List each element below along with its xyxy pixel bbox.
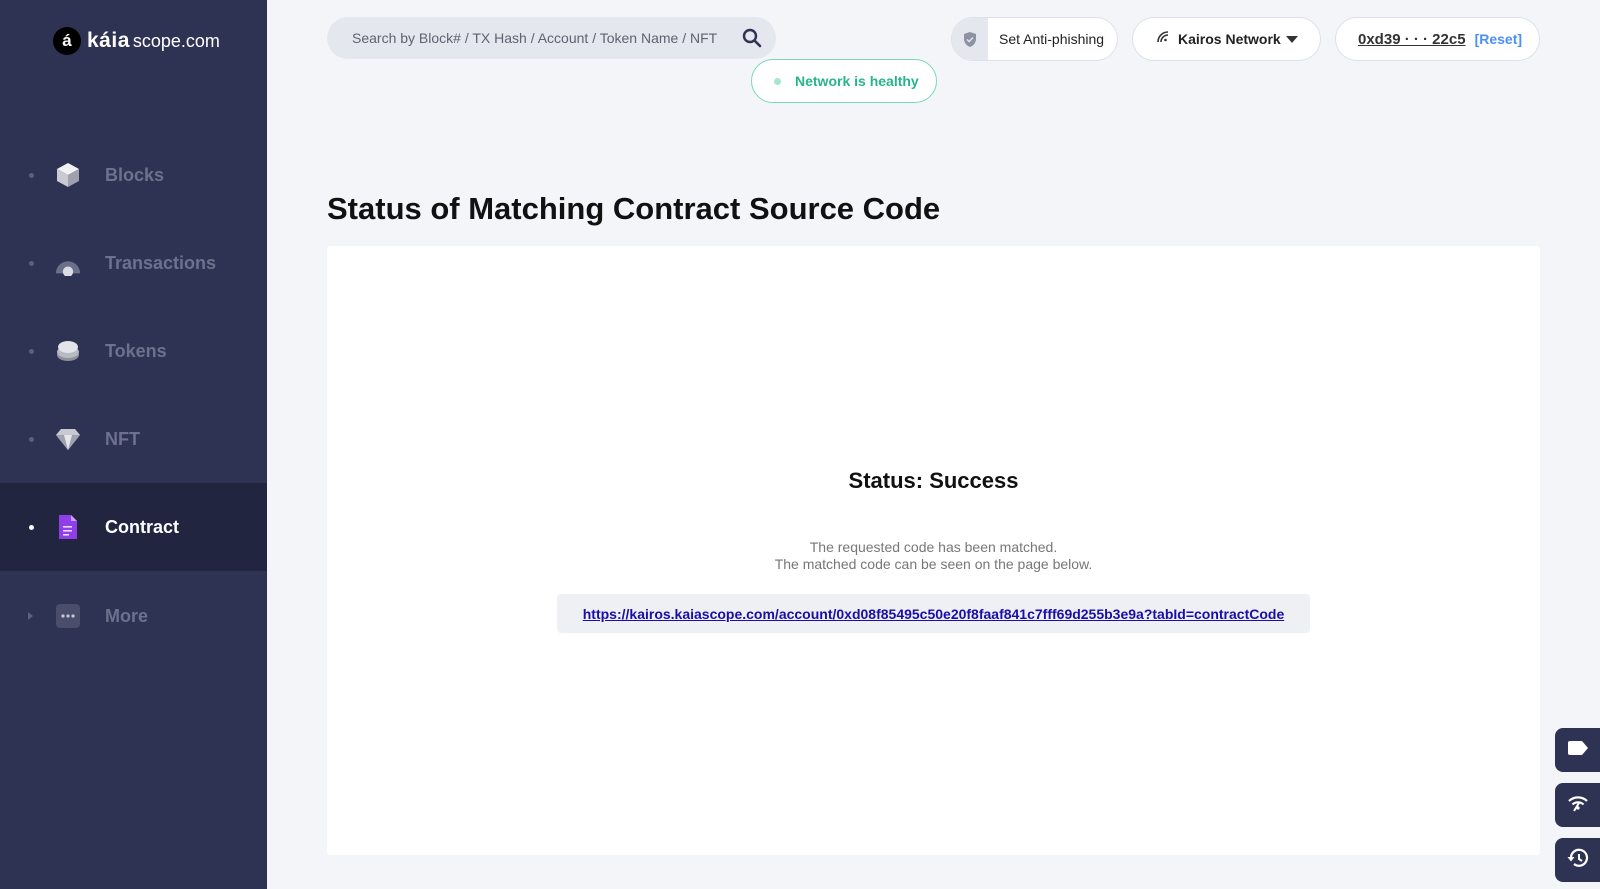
nav-bullet (29, 260, 34, 266)
sidebar-item-transactions[interactable]: Transactions (0, 219, 267, 307)
shield-icon (952, 18, 988, 60)
network-icon (1567, 794, 1589, 817)
search-icon[interactable] (742, 28, 762, 53)
wifi-icon (1157, 30, 1169, 48)
sidebar-item-tokens[interactable]: Tokens (0, 307, 267, 395)
document-icon (55, 514, 81, 540)
network-health-label: Network is healthy (795, 73, 919, 89)
history-button[interactable] (1555, 838, 1600, 882)
logo-mark-icon: á (53, 27, 81, 55)
status-message-line: The matched code can be seen on the page… (774, 556, 1093, 572)
nav-bullet (29, 524, 34, 530)
status-title: Status: Success (848, 468, 1019, 493)
sidebar: á káia scope.com Blocks Transactions Tok… (0, 0, 267, 889)
network-health-badge: Network is healthy (751, 59, 937, 103)
contract-code-link[interactable]: https://kairos.kaiascope.com/account/0xd… (583, 606, 1284, 622)
sidebar-item-label: Blocks (105, 164, 165, 185)
nav-bullet (29, 436, 34, 442)
tag-icon (1567, 740, 1589, 761)
logo-domain: scope.com (132, 30, 220, 51)
sidebar-item-contract[interactable]: Contract (0, 483, 267, 571)
cube-icon (55, 162, 81, 188)
nav-bullet (29, 172, 34, 178)
tag-button[interactable] (1555, 728, 1600, 772)
chevron-right-icon (28, 612, 33, 620)
sidebar-item-label: Tokens (105, 340, 167, 361)
logo-word: káia (87, 29, 130, 52)
status-message-line: The requested code has been matched. (809, 539, 1058, 555)
status-message: The requested code has been matched. The… (327, 539, 1540, 573)
coins-icon (55, 338, 81, 364)
more-icon (55, 603, 81, 629)
chevron-down-icon (1286, 36, 1298, 43)
sidebar-item-more[interactable]: More (0, 572, 267, 660)
sidebar-item-label: NFT (105, 428, 140, 449)
sidebar-item-blocks[interactable]: Blocks (0, 131, 267, 219)
account-address[interactable]: 0xd39 · · · 22c5 (1358, 31, 1466, 48)
sidebar-item-label: Transactions (105, 252, 217, 273)
status-dot-icon (774, 77, 781, 85)
reset-link[interactable]: [Reset] (1475, 31, 1522, 47)
sidebar-item-label: More (105, 605, 149, 626)
sidebar-item-nft[interactable]: NFT (0, 395, 267, 483)
network-select[interactable]: Kairos Network (1132, 17, 1321, 61)
page-title: Status of Matching Contract Source Code (327, 191, 941, 226)
account-widget: 0xd39 · · · 22c5 [Reset] (1335, 17, 1540, 61)
anti-phishing-button[interactable]: Set Anti-phishing (951, 17, 1118, 61)
transactions-icon (55, 250, 81, 276)
search-bar[interactable] (327, 17, 776, 59)
sidebar-item-label: Contract (105, 516, 180, 537)
history-icon (1567, 848, 1589, 873)
network-label: Kairos Network (1178, 31, 1281, 47)
search-input[interactable] (352, 30, 732, 46)
nav-bullet (29, 348, 34, 354)
anti-phishing-label: Set Anti-phishing (999, 31, 1105, 47)
network-button[interactable] (1555, 783, 1600, 827)
url-box: https://kairos.kaiascope.com/account/0xd… (557, 594, 1310, 633)
brand-logo[interactable]: á káia scope.com (53, 26, 220, 56)
status-card: Status: Success The requested code has b… (327, 246, 1540, 855)
diamond-icon (55, 426, 81, 452)
